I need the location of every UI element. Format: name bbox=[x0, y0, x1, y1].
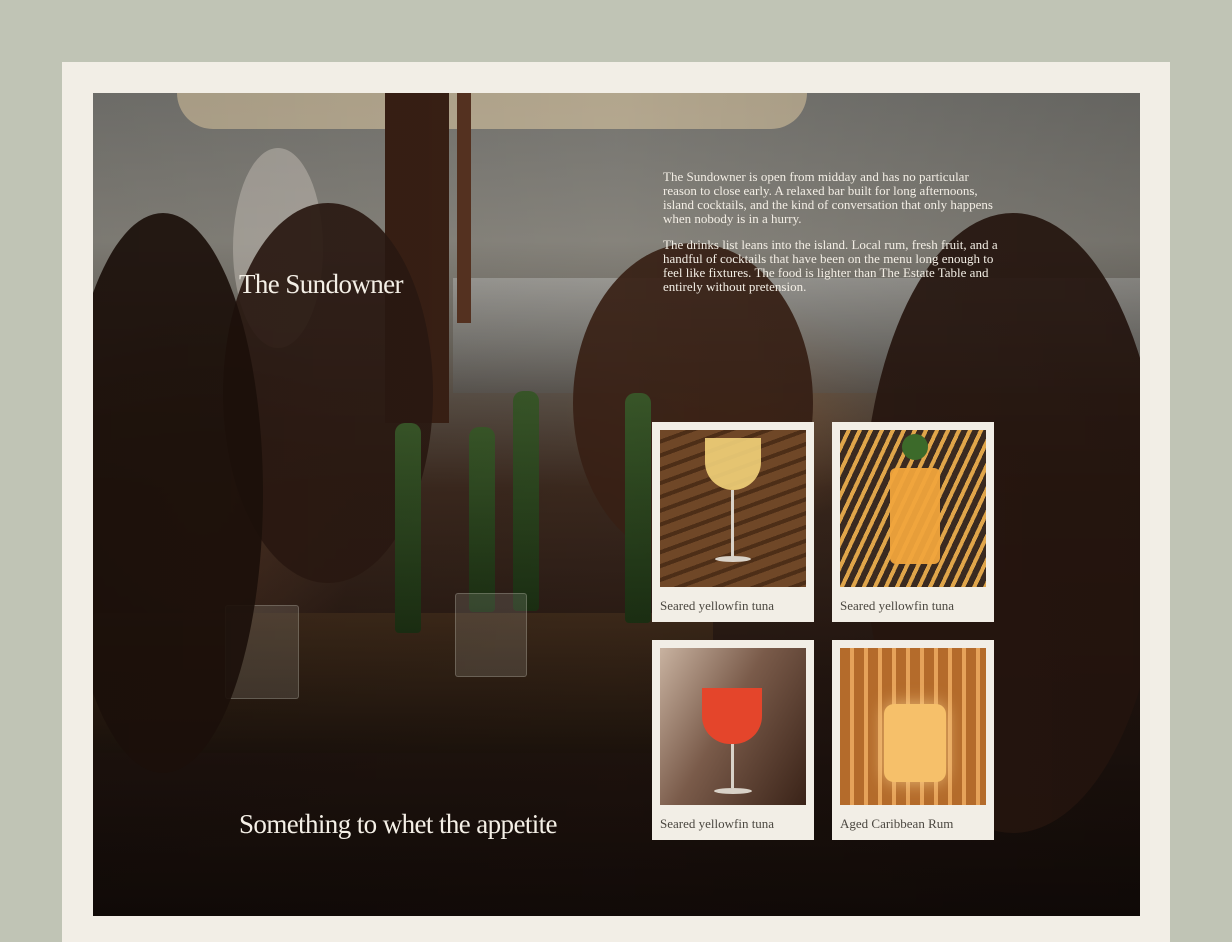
gallery-card[interactable]: Aged Caribbean Rum bbox=[832, 640, 994, 840]
glass-stem bbox=[731, 490, 734, 558]
section-heading: Something to whet the appetite bbox=[239, 809, 558, 839]
tumbler-glass-icon bbox=[884, 704, 946, 782]
glass-stem bbox=[731, 744, 734, 788]
gallery-caption: Aged Caribbean Rum bbox=[840, 816, 954, 831]
wine-glass-icon bbox=[702, 688, 762, 744]
page-title: The Sundowner bbox=[239, 269, 404, 299]
garnish-icon bbox=[902, 434, 928, 460]
cocktail-photo bbox=[660, 648, 806, 805]
glass-base bbox=[715, 556, 751, 562]
intro-copy: The Sundowner is open from midday and ha… bbox=[663, 170, 1003, 306]
cocktail-photo bbox=[840, 648, 986, 805]
gallery-caption: Seared yellowfin tuna bbox=[660, 598, 775, 613]
gallery-card[interactable]: Seared yellowfin tuna bbox=[652, 640, 814, 840]
page-frame: The Sundowner The Sundowner is open from… bbox=[62, 62, 1170, 942]
cocktail-photo bbox=[840, 430, 986, 587]
cocktail-photo bbox=[660, 430, 806, 587]
hero-image: The Sundowner The Sundowner is open from… bbox=[93, 93, 1140, 916]
gallery-card[interactable]: Seared yellowfin tuna bbox=[832, 422, 994, 622]
highball-glass-icon bbox=[890, 468, 940, 564]
wine-glass-icon bbox=[705, 438, 761, 490]
intro-paragraph: The Sundowner is open from midday and ha… bbox=[663, 169, 993, 226]
glass-base bbox=[714, 788, 752, 794]
gallery-caption: Seared yellowfin tuna bbox=[840, 598, 955, 613]
intro-paragraph: The drinks list leans into the island. L… bbox=[663, 237, 998, 294]
gallery-caption: Seared yellowfin tuna bbox=[660, 816, 775, 831]
gallery-card[interactable]: Seared yellowfin tuna bbox=[652, 422, 814, 622]
